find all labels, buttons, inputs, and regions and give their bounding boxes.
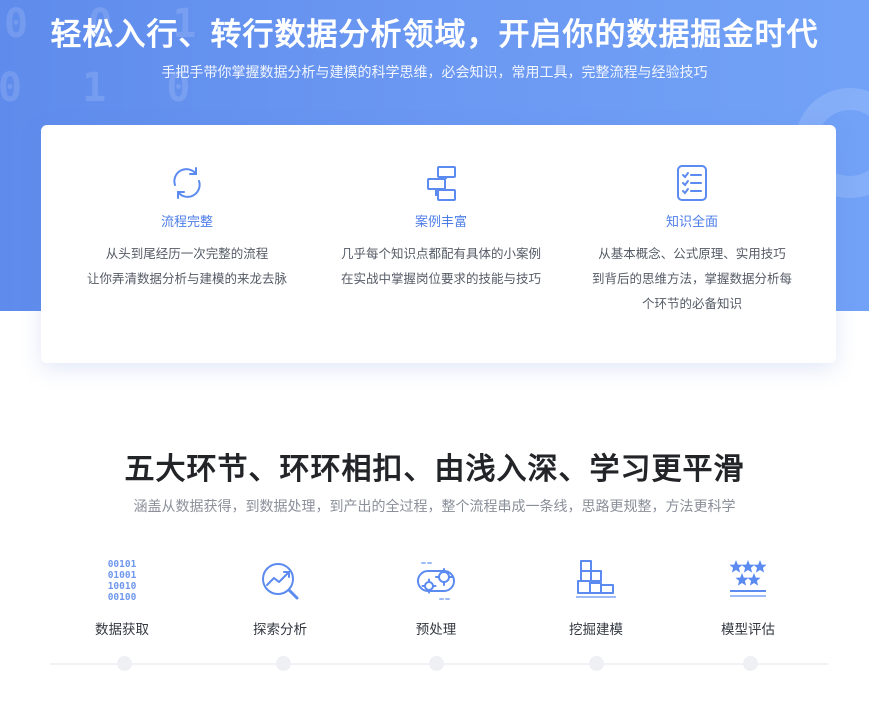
feature-rich-cases: 案例丰富 几乎每个知识点都配有具体的小案例 在实战中掌握岗位要求的技能与技巧 <box>311 163 571 291</box>
binary-row: 10010 <box>108 581 137 592</box>
feature-title: 知识全面 <box>665 215 718 230</box>
hero-subtitle: 手把手带你掌握数据分析与建模的科学思维，必会知识，常用工具，完整流程与经验技巧 <box>161 65 708 81</box>
stars-rating-icon <box>724 557 772 605</box>
feature-desc-line: 在实战中掌握岗位要求的技能与技巧 <box>340 271 541 286</box>
feature-description: 从头到尾经历一次完整的流程 让你弄清数据分析与建模的来龙去脉 <box>57 241 317 291</box>
flow-diagram-icon <box>421 163 461 203</box>
checklist-icon <box>672 163 712 203</box>
timeline-dot <box>276 656 291 671</box>
feature-desc-line: 从头到尾经历一次完整的流程 <box>105 246 269 261</box>
stage-preprocessing: 预处理 <box>376 557 496 638</box>
binary-data-icon: 00101 01001 10010 00100 <box>98 557 146 605</box>
stage-model-evaluation: 模型评估 <box>688 557 808 638</box>
binary-row: 00100 <box>108 592 137 603</box>
refresh-cycle-icon <box>167 163 207 203</box>
stage-label: 预处理 <box>415 622 457 638</box>
gears-conveyor-icon <box>412 557 460 605</box>
feature-description: 几乎每个知识点都配有具体的小案例 在实战中掌握岗位要求的技能与技巧 <box>311 241 571 291</box>
stage-label: 挖掘建模 <box>569 622 623 638</box>
feature-desc-line: 几乎每个知识点都配有具体的小案例 <box>340 246 541 261</box>
feature-full-knowledge: 知识全面 从基本概念、公式原理、实用技巧 到背后的思维方法，掌握数据分析每 个环… <box>562 163 822 316</box>
hero-title: 轻松入行、转行数据分析领域，开启你的数据掘金时代 <box>50 17 819 53</box>
feature-desc-line: 让你弄清数据分析与建模的来龙去脉 <box>86 271 287 286</box>
feature-desc-line: 到背后的思维方法，掌握数据分析每 <box>591 271 792 286</box>
feature-desc-line: 从基本概念、公式原理、实用技巧 <box>598 246 786 261</box>
binary-row: 00101 <box>108 559 137 570</box>
stage-data-acquisition: 00101 01001 10010 00100 数据获取 <box>62 557 182 638</box>
blocks-build-icon <box>572 557 620 605</box>
timeline-dot <box>429 656 444 671</box>
stage-label: 探索分析 <box>253 622 307 638</box>
stage-mining-modeling: 挖掘建模 <box>536 557 656 638</box>
stage-exploratory-analysis: 探索分析 <box>220 557 340 638</box>
section-subtitle: 涵盖从数据获得，到数据处理，到产出的全过程，整个流程串成一条线，思路更规整，方法… <box>133 499 736 515</box>
timeline-dot <box>743 656 758 671</box>
timeline-dot <box>117 656 132 671</box>
stage-label: 模型评估 <box>721 622 775 638</box>
timeline-dot <box>589 656 604 671</box>
stage-label: 数据获取 <box>95 622 149 638</box>
feature-card: 流程完整 从头到尾经历一次完整的流程 让你弄清数据分析与建模的来龙去脉 案例丰富… <box>41 125 836 363</box>
feature-title: 流程完整 <box>160 215 213 230</box>
binary-row: 01001 <box>108 570 137 581</box>
feature-title: 案例丰富 <box>414 215 467 230</box>
magnifier-chart-icon <box>256 557 304 605</box>
feature-description: 从基本概念、公式原理、实用技巧 到背后的思维方法，掌握数据分析每 个环节的必备知… <box>562 241 822 316</box>
section-title: 五大环节、环环相扣、由浅入深、学习更平滑 <box>124 452 745 487</box>
feature-desc-line: 个环节的必备知识 <box>641 296 742 311</box>
feature-complete-process: 流程完整 从头到尾经历一次完整的流程 让你弄清数据分析与建模的来龙去脉 <box>57 163 317 291</box>
